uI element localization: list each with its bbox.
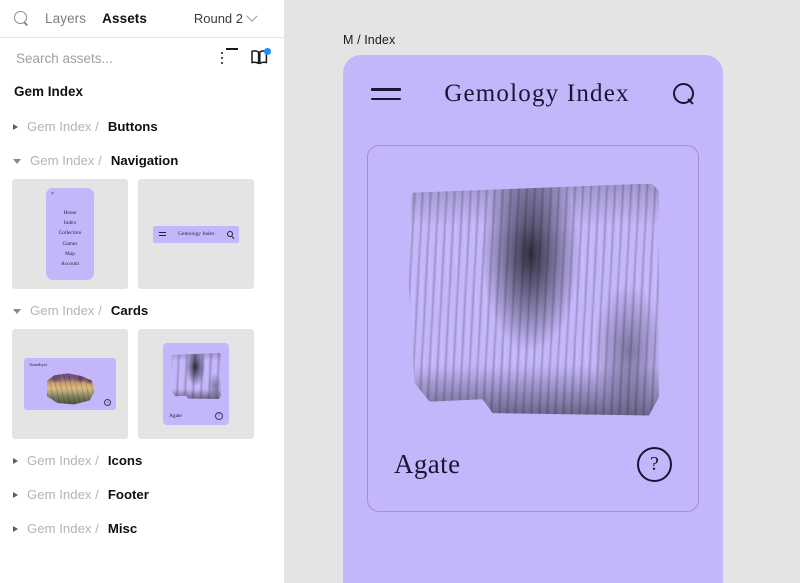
nav-link: Home bbox=[46, 208, 94, 218]
search-icon[interactable] bbox=[14, 11, 30, 27]
group-name: Footer bbox=[108, 487, 149, 502]
card-label: Agate bbox=[169, 413, 182, 419]
group-path: Gem Index / bbox=[27, 487, 99, 502]
chevron-down-icon bbox=[246, 10, 257, 21]
index-frame[interactable]: Gemology Index Agate ? bbox=[343, 55, 723, 583]
search-icon[interactable] bbox=[673, 83, 695, 105]
nav-menu-preview: × Home Index Collection Games Map Accoun… bbox=[46, 188, 94, 280]
sidebar-tab-bar: Layers Assets Round 2 bbox=[0, 0, 284, 38]
group-path: Gem Index / bbox=[27, 453, 99, 468]
group-header-icons[interactable]: Gem Index / Icons bbox=[0, 443, 284, 477]
design-canvas[interactable]: M / Index Gemology Index Agate ? bbox=[285, 0, 800, 583]
disclosure-triangle-icon[interactable] bbox=[13, 309, 21, 314]
disclosure-triangle-icon[interactable] bbox=[13, 159, 21, 164]
agate-card-preview: Agate ? bbox=[163, 343, 229, 425]
group-header-footer[interactable]: Gem Index / Footer bbox=[0, 477, 284, 511]
amethyst-specimen-image bbox=[44, 372, 96, 405]
help-icon: ? bbox=[104, 399, 111, 406]
tab-layers[interactable]: Layers bbox=[44, 9, 87, 28]
group-name: Icons bbox=[108, 453, 142, 468]
asset-thumb-nav-menu[interactable]: × Home Index Collection Games Map Accoun… bbox=[12, 179, 128, 289]
nav-link: Map bbox=[46, 249, 94, 259]
group-name: Buttons bbox=[108, 119, 158, 134]
nav-bar-preview: Gemology Index bbox=[153, 226, 239, 243]
assets-sidebar: Layers Assets Round 2 Gem Index bbox=[0, 0, 285, 583]
disclosure-triangle-icon[interactable] bbox=[13, 526, 18, 532]
asset-thumb-card-amethyst[interactable]: Amethyst ? bbox=[12, 329, 128, 439]
amethyst-card-preview: Amethyst ? bbox=[24, 358, 116, 410]
search-icon bbox=[227, 231, 233, 237]
list-view-icon[interactable] bbox=[220, 48, 240, 68]
hamburger-icon bbox=[159, 231, 166, 238]
nav-link: Collection bbox=[46, 228, 94, 238]
search-input[interactable] bbox=[14, 50, 210, 67]
group-path: Gem Index / bbox=[27, 521, 99, 536]
notification-badge bbox=[264, 48, 271, 55]
cards-asset-thumbnails: Amethyst ? Agate ? bbox=[0, 327, 284, 443]
library-title: Gem Index bbox=[0, 78, 284, 109]
asset-thumb-card-agate[interactable]: Agate ? bbox=[138, 329, 254, 439]
nav-link: Account bbox=[46, 259, 94, 269]
card-label: Amethyst bbox=[29, 362, 47, 367]
page-selector-label: Round 2 bbox=[194, 11, 243, 26]
assets-group-list[interactable]: Gem Index / Buttons Gem Index / Navigati… bbox=[0, 109, 284, 583]
group-name: Misc bbox=[108, 521, 137, 536]
help-icon: ? bbox=[215, 412, 223, 420]
help-button[interactable]: ? bbox=[637, 447, 672, 482]
agate-specimen-image bbox=[407, 184, 659, 416]
disclosure-triangle-icon[interactable] bbox=[13, 492, 18, 498]
group-header-buttons[interactable]: Gem Index / Buttons bbox=[0, 109, 284, 143]
asset-thumb-nav-bar[interactable]: Gemology Index bbox=[138, 179, 254, 289]
group-path: Gem Index / bbox=[30, 153, 102, 168]
nav-bar-title: Gemology Index bbox=[172, 231, 221, 237]
group-name: Cards bbox=[111, 303, 148, 318]
app-title: Gemology Index bbox=[401, 80, 673, 108]
disclosure-triangle-icon[interactable] bbox=[13, 124, 18, 130]
nav-link: Index bbox=[46, 218, 94, 228]
agate-specimen-image bbox=[171, 353, 221, 399]
hamburger-icon[interactable] bbox=[371, 81, 401, 106]
library-book-icon[interactable] bbox=[250, 48, 270, 68]
gem-image-container bbox=[368, 146, 698, 425]
gem-card-footer: Agate ? bbox=[368, 425, 698, 511]
assets-search-row bbox=[0, 38, 284, 78]
page-selector[interactable]: Round 2 bbox=[194, 11, 270, 26]
app-header: Gemology Index bbox=[343, 55, 723, 133]
group-header-cards[interactable]: Gem Index / Cards bbox=[0, 293, 284, 327]
frame-name-label[interactable]: M / Index bbox=[343, 33, 395, 47]
group-path: Gem Index / bbox=[30, 303, 102, 318]
navigation-asset-thumbnails: × Home Index Collection Games Map Accoun… bbox=[0, 177, 284, 293]
close-icon: × bbox=[51, 192, 54, 197]
disclosure-triangle-icon[interactable] bbox=[13, 458, 18, 464]
group-header-misc[interactable]: Gem Index / Misc bbox=[0, 511, 284, 545]
figma-like-app-window: Layers Assets Round 2 Gem Index bbox=[0, 0, 800, 583]
nav-link: Games bbox=[46, 239, 94, 249]
gem-card[interactable]: Agate ? bbox=[367, 145, 699, 512]
tab-assets[interactable]: Assets bbox=[101, 9, 148, 28]
group-header-navigation[interactable]: Gem Index / Navigation bbox=[0, 143, 284, 177]
group-name: Navigation bbox=[111, 153, 178, 168]
gem-name-label: Agate bbox=[394, 449, 460, 480]
group-path: Gem Index / bbox=[27, 119, 99, 134]
